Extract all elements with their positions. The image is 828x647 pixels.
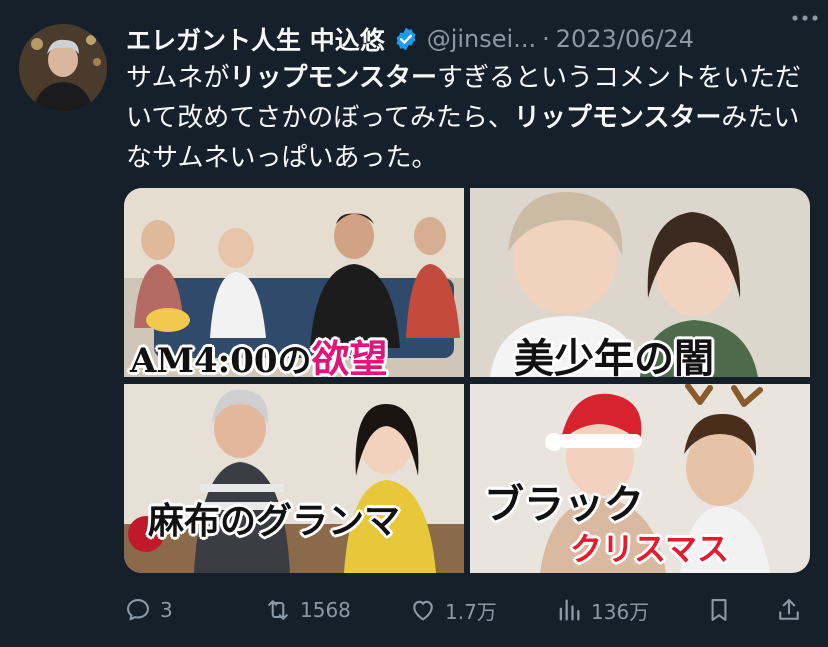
like-icon <box>413 600 433 621</box>
author-handle[interactable]: @jinsei... <box>427 25 536 53</box>
tweet-text: サムネがリップモンスターすぎるというコメントをいただいて改めてさかのぼってみたら… <box>126 58 814 178</box>
tweet-header: エレガント人生 中込悠 @jinsei... · 2023/06/24 <box>126 20 812 58</box>
tweet-text-seg1: サムネが <box>126 63 230 93</box>
thumbnail-1-caption-accent: 欲望 <box>311 336 388 377</box>
retweet-button[interactable]: 1568 <box>264 596 409 624</box>
bookmark-icon <box>711 599 727 621</box>
avatar-photo <box>19 24 107 112</box>
verified-badge-icon <box>396 27 416 51</box>
reply-icon <box>127 599 149 621</box>
thumbnail-3-caption: 麻布のグランマ <box>148 500 401 542</box>
thumbnail-azabu-grandma[interactable]: 麻布のグランマ <box>124 384 464 573</box>
tweet-text-highlight-2: リップモンスター <box>513 103 722 133</box>
thumbnail-black-christmas[interactable]: ブラック クリスマス <box>470 384 810 573</box>
retweet-count: 1568 <box>300 598 351 622</box>
thumbnail-4-caption-accent: クリスマス <box>570 530 730 568</box>
like-button[interactable]: 1.7万 <box>409 596 555 625</box>
views-count: 136万 <box>591 599 650 624</box>
thumbnail-4-caption-main: ブラック <box>484 481 644 528</box>
thumbnail-1-caption: AM4:00の欲望 <box>130 328 388 377</box>
thumbnail-2-caption: 美少年の闇 <box>514 335 714 377</box>
thumbnail-azabu-grandma-image <box>124 384 464 573</box>
media-grid[interactable]: AM4:00の欲望 美少年の闇 麻布のグランマ ブラック クリスマス <box>124 188 810 573</box>
views-icon <box>559 599 580 621</box>
reply-count: 3 <box>160 598 173 622</box>
retweet-icon <box>268 600 288 620</box>
thumbnail-1-caption-main: AM4:00の <box>130 341 312 377</box>
tweet-text-highlight-1: リップモンスター <box>229 63 437 93</box>
bookmark-button[interactable] <box>705 596 775 624</box>
reply-button[interactable]: 3 <box>124 596 264 624</box>
post-date[interactable]: 2023/06/24 <box>556 25 694 53</box>
action-bar: 3 1568 1.7万 136万 <box>124 590 814 630</box>
more-icon[interactable] <box>788 6 822 30</box>
like-count: 1.7万 <box>445 599 497 624</box>
avatar[interactable] <box>19 24 107 112</box>
author-name[interactable]: エレガント人生 中込悠 <box>126 21 385 57</box>
thumbnail-am4-desire[interactable]: AM4:00の欲望 <box>124 188 464 377</box>
share-icon <box>779 599 799 620</box>
share-button[interactable] <box>775 596 803 624</box>
thumbnail-beautiful-boy[interactable]: 美少年の闇 <box>470 188 810 377</box>
separator-dot: · <box>542 25 550 53</box>
views-button[interactable]: 136万 <box>555 596 705 625</box>
